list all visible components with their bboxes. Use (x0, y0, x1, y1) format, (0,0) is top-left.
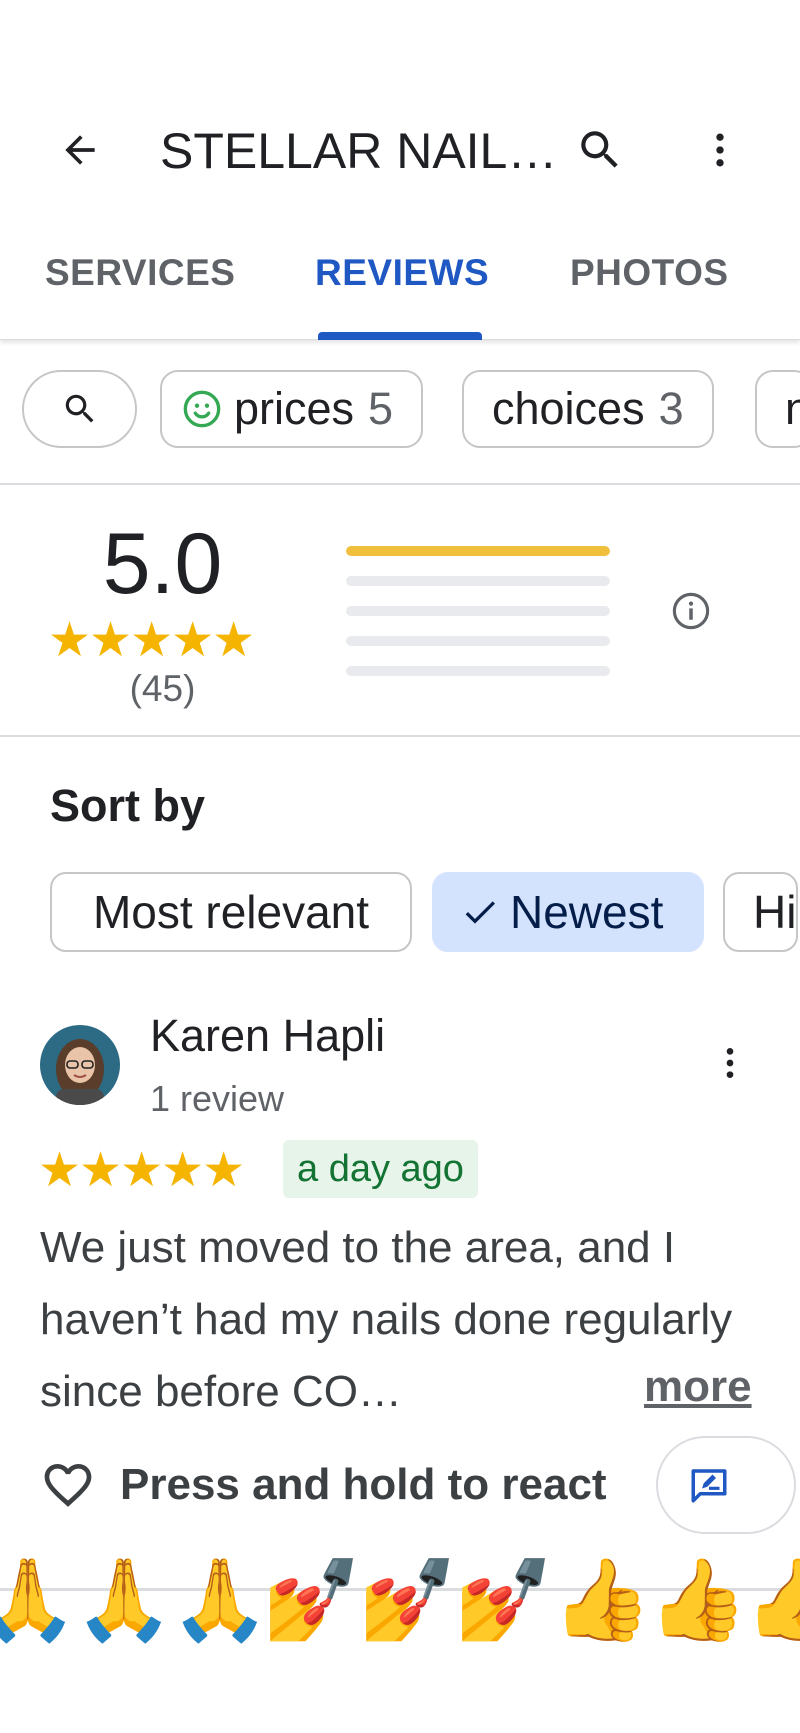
star-icon: ★ (212, 614, 255, 667)
reviewer-name[interactable]: Karen Hapli (150, 1010, 385, 1062)
thumbs-up-emoji[interactable]: 👍 (552, 1545, 652, 1655)
nail-polish-emoji[interactable]: 💅 (262, 1545, 362, 1655)
react-button[interactable]: Press and hold to react (40, 1455, 607, 1515)
tab-photos[interactable]: PHOTOS (570, 252, 729, 294)
react-label: Press and hold to react (120, 1460, 607, 1509)
divider (0, 735, 800, 737)
thumbs-up-emoji[interactable]: 👍 (648, 1545, 748, 1655)
folded-hands-emoji[interactable]: 🙏 (0, 1545, 78, 1655)
reply-button[interactable] (656, 1436, 796, 1534)
sort-chips: Most relevant Newest Hi (0, 872, 800, 954)
more-vert-icon (716, 133, 724, 167)
thumbs-up-emoji[interactable]: 👍 (744, 1545, 800, 1655)
average-rating: 5.0 (102, 516, 223, 612)
star-icon: ★ (48, 614, 91, 667)
avatar-photo (40, 1025, 120, 1105)
bar-fill (346, 546, 610, 556)
sort-option-label: Hi (753, 886, 797, 938)
topic-chip-choices[interactable]: choices 3 (462, 370, 714, 448)
read-more-link[interactable]: more (644, 1362, 752, 1412)
smiley-icon (183, 390, 221, 428)
back-button[interactable] (50, 120, 110, 180)
chip-count: 3 (658, 383, 684, 434)
search-icon (65, 394, 93, 423)
tab-bar: SERVICES REVIEWS PHOTOS (0, 240, 800, 340)
review-stars: ★ ★ ★ ★ ★ (38, 1142, 245, 1198)
sort-option-label: Newest (510, 886, 664, 938)
chip-label: choices (492, 383, 645, 434)
review-search-chip[interactable] (22, 370, 137, 448)
sort-newest[interactable]: Newest (432, 872, 704, 952)
avatar[interactable] (40, 1025, 120, 1105)
star-icon: ★ (130, 614, 173, 667)
sort-label: Sort by (50, 780, 206, 831)
folded-hands-emoji[interactable]: 🙏 (170, 1545, 270, 1655)
back-arrow-icon (65, 135, 95, 165)
reply-edit-icon (691, 1469, 727, 1503)
review-date-badge: a day ago (283, 1140, 478, 1198)
reviewer-review-count: 1 review (150, 1078, 285, 1119)
chip-count: 5 (368, 383, 394, 434)
rating-bar-3 (346, 606, 610, 616)
chip-label: prices (234, 383, 355, 434)
search-icon (581, 131, 618, 168)
topic-chip-prices[interactable]: prices 5 (160, 370, 424, 448)
star-icon: ★ (79, 1144, 122, 1197)
emoji-reaction-strip: 🙏 🙏 🙏 💅 💅 💅 👍 👍 👍 (0, 1545, 800, 1655)
topic-chip-partial[interactable]: n (755, 370, 800, 448)
star-icon: ★ (120, 1144, 163, 1197)
rating-count: (45) (129, 668, 196, 709)
review-options-button[interactable] (710, 1035, 750, 1091)
rating-bar-5 (346, 546, 610, 556)
more-vert-icon (726, 1048, 734, 1078)
checkmark-icon (465, 901, 495, 924)
rating-bar-1 (346, 666, 610, 676)
top-app-bar: STELLAR NAIL… (0, 100, 800, 200)
tab-reviews[interactable]: REVIEWS (315, 252, 489, 294)
sort-most-relevant[interactable]: Most relevant (50, 872, 412, 952)
star-icon: ★ (171, 614, 214, 667)
rating-stars: ★ ★ ★ ★ ★ (48, 612, 255, 668)
heart-outline-icon (44, 1464, 92, 1507)
search-button[interactable] (570, 120, 630, 180)
rating-bar-4 (346, 576, 610, 586)
sort-option-label: Most relevant (92, 886, 370, 938)
sort-highest[interactable]: Hi (723, 872, 799, 952)
more-options-button[interactable] (690, 120, 750, 180)
nail-polish-emoji[interactable]: 💅 (358, 1545, 458, 1655)
info-icon (672, 592, 710, 630)
tab-services[interactable]: SERVICES (45, 252, 235, 294)
active-tab-indicator (318, 332, 482, 340)
star-icon: ★ (89, 614, 132, 667)
star-icon: ★ (161, 1144, 204, 1197)
star-icon: ★ (202, 1144, 245, 1197)
folded-hands-emoji[interactable]: 🙏 (74, 1545, 174, 1655)
topic-chips: prices 5 choices 3 n (0, 370, 800, 450)
rating-bar-2 (346, 636, 610, 646)
star-icon: ★ (38, 1144, 81, 1197)
divider (0, 483, 800, 485)
nail-polish-emoji[interactable]: 💅 (454, 1545, 554, 1655)
page-title: STELLAR NAIL… (160, 123, 558, 179)
chip-label: n (785, 383, 800, 434)
info-button[interactable] (670, 590, 712, 632)
